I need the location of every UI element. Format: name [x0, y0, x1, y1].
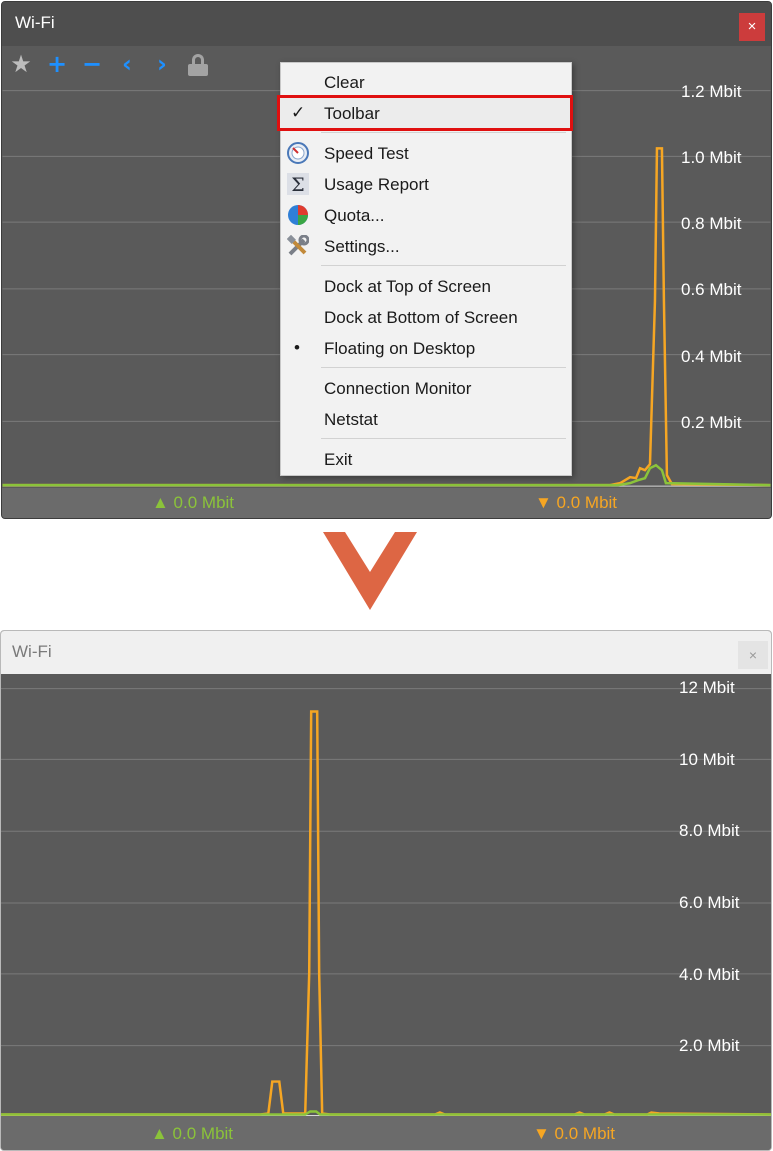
minus-icon[interactable]: −	[79, 50, 105, 78]
menu-item-label: Clear	[324, 73, 365, 92]
status-footer: ▲ 0.0 Mbit ▼ 0.0 Mbit	[2, 488, 771, 518]
pie-chart-icon	[288, 205, 308, 225]
sigma-icon: Σ	[287, 173, 309, 195]
menu-item-label: Dock at Bottom of Screen	[324, 308, 518, 327]
check-icon: ✓	[291, 103, 306, 122]
menu-item-label: Netstat	[324, 410, 378, 429]
menu-item-label: Speed Test	[324, 144, 409, 163]
bottom-graph	[1, 688, 771, 1116]
menu-separator	[321, 438, 566, 439]
menu-separator	[321, 265, 566, 266]
star-icon[interactable]: ★	[8, 50, 34, 78]
menu-separator	[321, 367, 566, 368]
menu-item-dock-top[interactable]: Dock at Top of Screen	[281, 271, 571, 301]
y-label: 0.8 Mbit	[681, 214, 742, 233]
y-label: 0.6 Mbit	[681, 280, 742, 299]
menu-item-quota[interactable]: Quota...	[281, 200, 571, 230]
title-bar: Wi-Fi ×	[2, 2, 771, 46]
menu-item-netstat[interactable]: Netstat	[281, 404, 571, 434]
y-label: 8.0 Mbit	[679, 821, 740, 840]
menu-item-floating[interactable]: • Floating on Desktop	[281, 333, 571, 363]
menu-separator	[321, 132, 566, 133]
chevron-right-icon[interactable]: ›	[149, 50, 175, 78]
upload-rate: ▲ 0.0 Mbit	[151, 1124, 234, 1143]
window-title: Wi-Fi	[12, 642, 52, 661]
close-button[interactable]: ×	[738, 641, 768, 669]
y-label: 10 Mbit	[679, 750, 735, 769]
y-label: 2.0 Mbit	[679, 1036, 740, 1055]
svg-text:Σ: Σ	[291, 174, 304, 195]
window-title: Wi-Fi	[15, 13, 55, 32]
menu-item-clear[interactable]: Clear	[281, 67, 571, 97]
bottom-window: Wi-Fi × 12 Mbit 10 Mbit 8.0 Mbit 6.0 Mbi…	[0, 630, 772, 1151]
y-label: 12 Mbit	[679, 678, 735, 697]
menu-item-label: Usage Report	[324, 175, 429, 194]
menu-item-label: Quota...	[324, 206, 385, 225]
y-label: 0.2 Mbit	[681, 413, 742, 432]
menu-item-label: Dock at Top of Screen	[324, 277, 491, 296]
bullet-icon: •	[294, 338, 300, 357]
menu-item-label: Floating on Desktop	[324, 339, 476, 358]
tools-icon	[287, 235, 309, 256]
chevron-down-icon	[323, 532, 417, 610]
menu-item-label: Settings...	[324, 237, 400, 256]
chevron-left-icon[interactable]: ‹	[114, 50, 140, 78]
download-line	[1, 710, 771, 1116]
menu-item-toolbar[interactable]: ✓ Toolbar	[281, 98, 571, 128]
download-rate: ▼ 0.0 Mbit	[533, 1124, 616, 1143]
upload-rate: ▲ 0.0 Mbit	[152, 493, 235, 512]
y-label: 6.0 Mbit	[679, 893, 740, 912]
title-bar: Wi-Fi ×	[1, 631, 771, 674]
menu-item-label: Toolbar	[324, 104, 380, 123]
lock-icon[interactable]	[188, 54, 208, 76]
menu-item-label: Connection Monitor	[324, 379, 472, 398]
plus-icon[interactable]: +	[44, 50, 70, 78]
y-label: 1.0 Mbit	[681, 148, 742, 167]
menu-item-dock-bottom[interactable]: Dock at Bottom of Screen	[281, 302, 571, 332]
speedometer-icon	[287, 142, 309, 164]
menu-item-settings[interactable]: Settings...	[281, 231, 571, 261]
close-button[interactable]: ×	[739, 13, 765, 41]
menu-item-speed-test[interactable]: Speed Test	[281, 138, 571, 168]
status-footer: ▲ 0.0 Mbit ▼ 0.0 Mbit	[1, 1116, 771, 1150]
y-label: 4.0 Mbit	[679, 965, 740, 984]
download-rate: ▼ 0.0 Mbit	[535, 493, 618, 512]
menu-item-label: Exit	[324, 450, 353, 469]
menu-item-connection-monitor[interactable]: Connection Monitor	[281, 373, 571, 403]
context-menu: Clear ✓ Toolbar Speed Test Σ Usage Repor…	[277, 62, 573, 476]
menu-item-exit[interactable]: Exit	[281, 444, 571, 474]
menu-item-usage-report[interactable]: Σ Usage Report	[281, 169, 571, 199]
y-label: 1.2 Mbit	[681, 82, 742, 101]
y-label: 0.4 Mbit	[681, 347, 742, 366]
